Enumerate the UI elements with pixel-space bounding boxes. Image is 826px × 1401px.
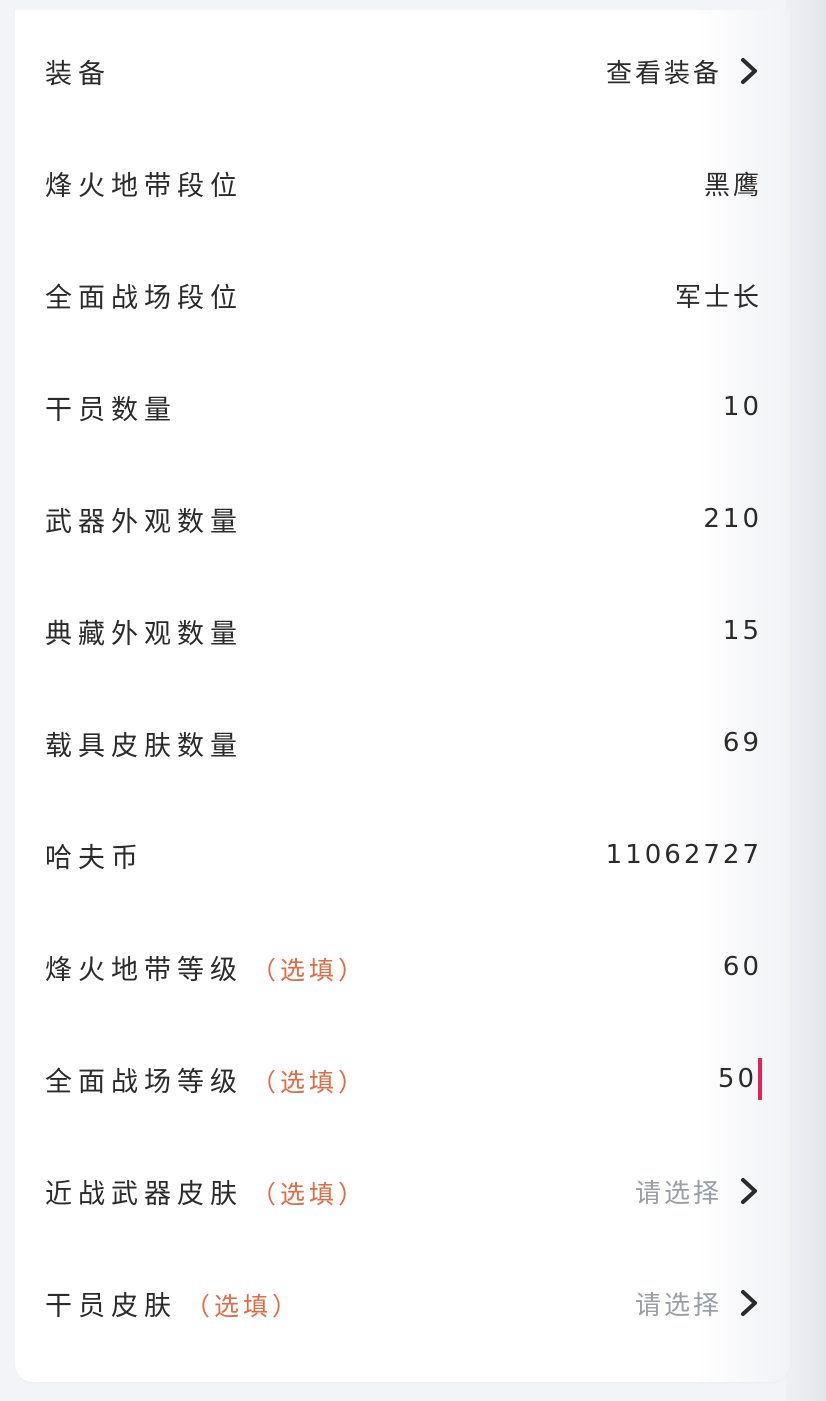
weapon-skin-count-value: 210 [703,504,762,534]
zone-rank-value: 黑鹰 [703,170,762,201]
view-equipment-text: 查看装备 [605,58,722,89]
form-card: 装备 查看装备 烽火地带段位 黑鹰 全面战场段位 军士长 干员数量 10 武器外… [15,10,790,1382]
chevron-right-icon [741,58,757,84]
row-battlefield-level[interactable]: 全面战场等级 （选填） 50 [15,1023,790,1135]
melee-skin-label-text: 近战武器皮肤 [45,1178,243,1210]
battlefield-rank-label: 全面战场段位 [45,282,243,314]
row-havoc-coins: 哈夫币 11062727 [15,799,790,911]
havoc-coins-label: 哈夫币 [45,842,144,874]
row-operator-count: 干员数量 10 [15,351,790,463]
havoc-coins-value: 11062727 [605,840,762,870]
zone-level-field[interactable] [602,952,762,982]
zone-level-label: 烽火地带等级 （选填） [45,948,367,987]
melee-skin-label: 近战武器皮肤 （选填） [45,1172,367,1211]
optional-tag: （选填） [251,1179,368,1209]
text-caret [758,1058,762,1100]
melee-skin-placeholder: 请选择 [634,1178,722,1209]
operator-skin-placeholder: 请选择 [634,1290,722,1321]
battlefield-level-input[interactable]: 50 [718,1064,757,1094]
zone-rank-label: 烽火地带段位 [45,170,243,202]
view-equipment-link[interactable]: 查看装备 [606,53,762,90]
weapon-skin-count-label: 武器外观数量 [45,506,243,538]
zone-level-input[interactable] [602,952,762,982]
battlefield-rank-value: 军士长 [674,282,762,313]
row-battlefield-rank: 全面战场段位 军士长 [15,239,790,351]
row-blackhawk-zone-rank: 烽火地带段位 黑鹰 [15,127,790,239]
collection-skin-count-label: 典藏外观数量 [45,618,243,650]
zone-level-label-text: 烽火地带等级 [45,954,243,986]
vehicle-skin-count-value: 69 [722,728,762,758]
row-weapon-skin-count: 武器外观数量 210 [15,463,790,575]
operator-count-label: 干员数量 [45,394,177,426]
chevron-right-icon [741,1178,757,1204]
operator-skin-select[interactable]: 请选择 [635,1285,762,1322]
operator-count-value: 10 [722,392,762,422]
row-equipment[interactable]: 装备 查看装备 [15,15,790,127]
optional-tag: （选填） [251,1067,368,1097]
battlefield-level-label: 全面战场等级 （选填） [45,1060,367,1099]
vehicle-skin-count-label: 载具皮肤数量 [45,730,243,762]
equipment-label: 装备 [45,58,111,90]
battlefield-level-field[interactable]: 50 [718,1058,762,1100]
operator-skin-label-text: 干员皮肤 [45,1290,177,1322]
row-operator-skin[interactable]: 干员皮肤 （选填） 请选择 [15,1247,790,1359]
page-edge-shade [786,0,826,1401]
melee-skin-select[interactable]: 请选择 [635,1173,762,1210]
row-zone-level[interactable]: 烽火地带等级 （选填） [15,911,790,1023]
operator-skin-label: 干员皮肤 （选填） [45,1284,301,1323]
battlefield-level-label-text: 全面战场等级 [45,1066,243,1098]
collection-skin-count-value: 15 [722,616,762,646]
optional-tag: （选填） [251,955,368,985]
row-melee-skin[interactable]: 近战武器皮肤 （选填） 请选择 [15,1135,790,1247]
row-vehicle-skin-count: 载具皮肤数量 69 [15,687,790,799]
optional-tag: （选填） [185,1291,302,1321]
row-collection-skin-count: 典藏外观数量 15 [15,575,790,687]
chevron-right-icon [741,1290,757,1316]
